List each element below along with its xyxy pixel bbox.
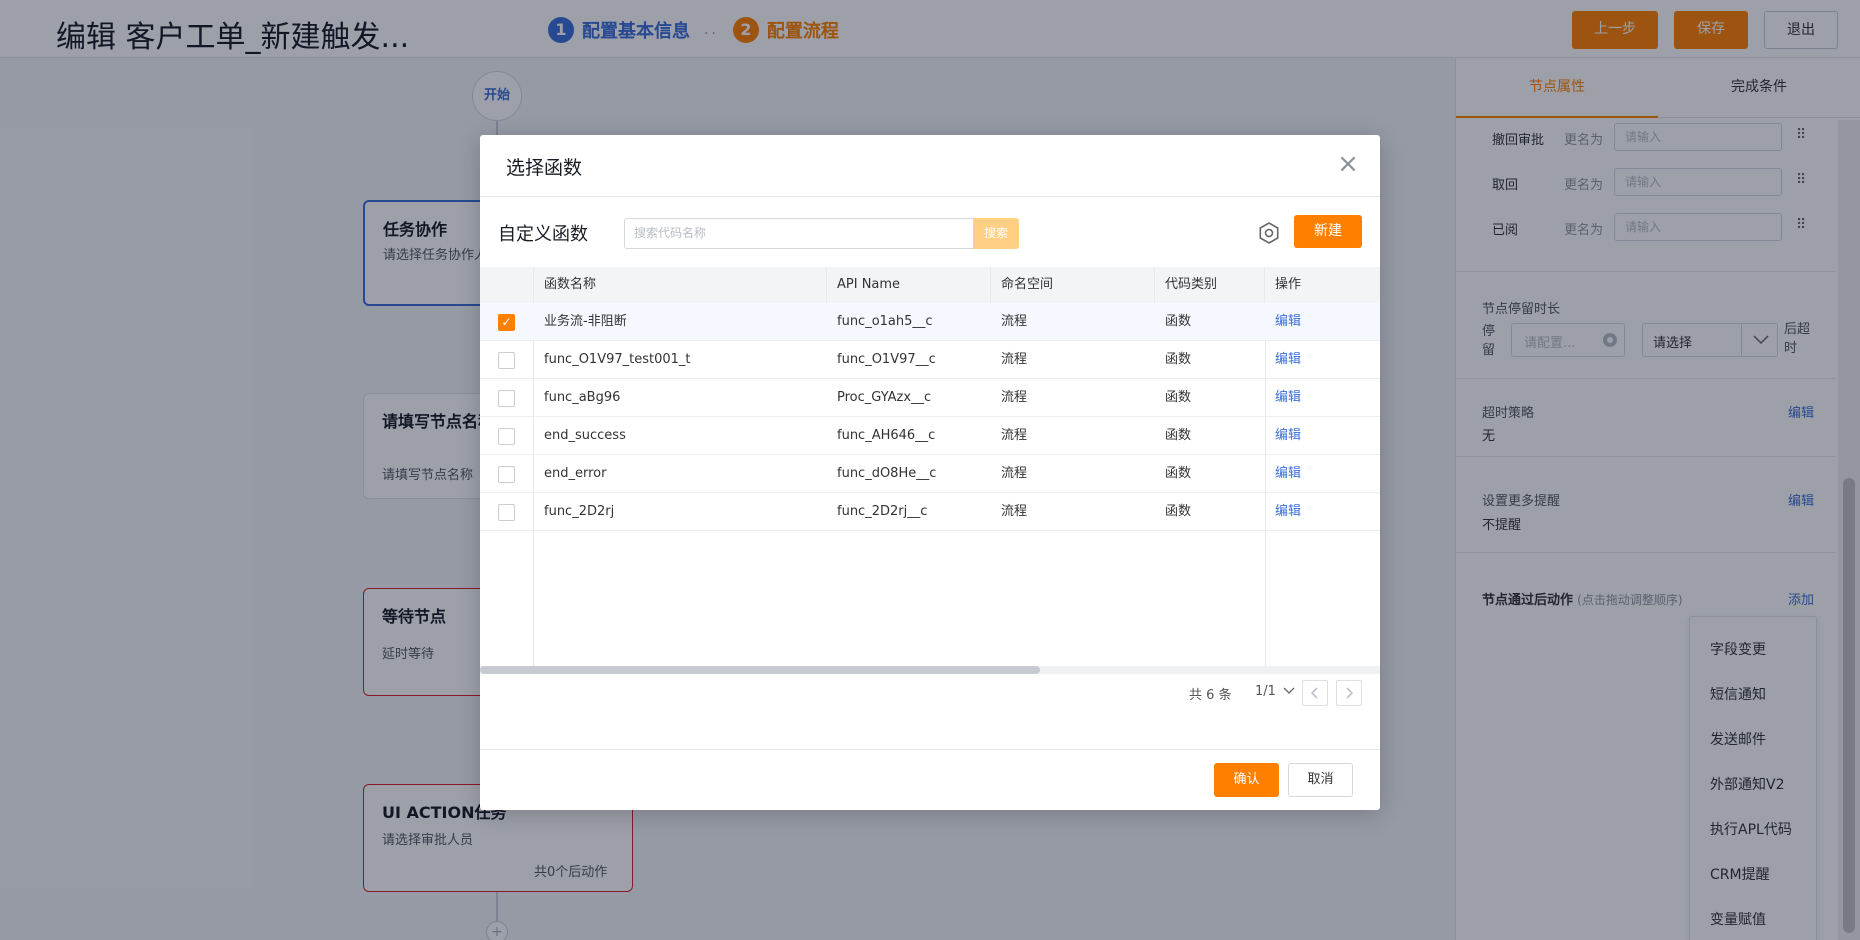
column-header-action: 操作: [1265, 267, 1380, 303]
row-checkbox[interactable]: [498, 428, 515, 445]
pagination-page-select[interactable]: 1/1: [1255, 684, 1295, 699]
cell-api-name: func_2D2rj__c: [837, 504, 928, 519]
chevron-down-icon: [1283, 687, 1295, 694]
cell-category: 函数: [1165, 352, 1192, 367]
custom-function-label: 自定义函数: [498, 224, 588, 245]
settings-icon[interactable]: [1256, 220, 1282, 246]
cell-function-name: func_O1V97_test001_t: [544, 352, 691, 367]
cell-namespace: 流程: [1001, 504, 1028, 519]
cell-function-name: end_success: [544, 428, 626, 443]
edit-link[interactable]: 编辑: [1275, 417, 1335, 455]
table-row[interactable]: end_error func_dO8He__c 流程 函数 编辑: [480, 455, 1380, 493]
cell-namespace: 流程: [1001, 390, 1028, 405]
row-checkbox[interactable]: ✓: [498, 314, 515, 331]
cell-namespace: 流程: [1001, 428, 1028, 443]
edit-link[interactable]: 编辑: [1275, 493, 1335, 531]
table-row[interactable]: end_success func_AH646__c 流程 函数 编辑: [480, 417, 1380, 455]
column-header-name: 函数名称: [534, 267, 827, 303]
cell-category: 函数: [1165, 314, 1192, 329]
cell-namespace: 流程: [1001, 466, 1028, 481]
table-horizontal-scrollbar[interactable]: [480, 666, 1380, 674]
close-icon[interactable]: ×: [1336, 151, 1360, 177]
cell-api-name: func_AH646__c: [837, 428, 936, 443]
table-row[interactable]: ✓ 业务流-非阻断 func_o1ah5__c 流程 函数 编辑: [480, 303, 1380, 341]
column-header-api-name: API Name: [827, 267, 991, 303]
prev-page-button[interactable]: [1302, 680, 1328, 706]
cell-function-name: 业务流-非阻断: [544, 314, 627, 329]
cell-api-name: func_dO8He__c: [837, 466, 937, 481]
row-checkbox[interactable]: [498, 352, 515, 369]
next-page-button[interactable]: [1336, 680, 1362, 706]
confirm-button[interactable]: 确认: [1214, 763, 1279, 797]
edit-link[interactable]: 编辑: [1275, 455, 1335, 493]
dialog-footer-divider: [480, 749, 1380, 750]
cell-category: 函数: [1165, 390, 1192, 405]
table-row[interactable]: func_aBg96 Proc_GYAzx__c 流程 函数 编辑: [480, 379, 1380, 417]
search-input[interactable]: 搜索代码名称: [624, 218, 974, 249]
cell-api-name: func_o1ah5__c: [837, 314, 933, 329]
select-function-dialog: 选择函数 × 自定义函数 搜索代码名称 搜索 新建 函数名称 API Name …: [480, 135, 1380, 810]
dialog-header-divider: [480, 196, 1380, 197]
cell-api-name: func_O1V97__c: [837, 352, 936, 367]
column-header-select: [480, 267, 534, 303]
edit-link[interactable]: 编辑: [1275, 379, 1335, 417]
row-checkbox[interactable]: [498, 504, 515, 521]
row-checkbox[interactable]: [498, 390, 515, 407]
pagination-page-value: 1/1: [1255, 684, 1276, 699]
cell-category: 函数: [1165, 466, 1192, 481]
cell-function-name: end_error: [544, 466, 607, 481]
table-row[interactable]: func_O1V97_test001_t func_O1V97__c 流程 函数…: [480, 341, 1380, 379]
cell-category: 函数: [1165, 428, 1192, 443]
search-button[interactable]: 搜索: [973, 218, 1019, 249]
chevron-left-icon: [1310, 687, 1318, 699]
edit-link[interactable]: 编辑: [1275, 341, 1335, 379]
column-header-category: 代码类别: [1155, 267, 1265, 303]
column-header-namespace: 命名空间: [991, 267, 1155, 303]
cell-api-name: Proc_GYAzx__c: [837, 390, 932, 405]
edit-link[interactable]: 编辑: [1275, 303, 1335, 341]
cell-function-name: func_2D2rj: [544, 504, 615, 519]
cell-namespace: 流程: [1001, 314, 1028, 329]
pagination-total: 共 6 条: [1189, 688, 1232, 703]
table-row[interactable]: func_2D2rj func_2D2rj__c 流程 函数 编辑: [480, 493, 1380, 531]
new-function-button[interactable]: 新建: [1294, 215, 1362, 248]
cancel-button[interactable]: 取消: [1288, 763, 1353, 797]
dialog-title: 选择函数: [506, 157, 583, 179]
row-checkbox[interactable]: [498, 466, 515, 483]
cell-function-name: func_aBg96: [544, 390, 621, 405]
cell-category: 函数: [1165, 504, 1192, 519]
scrollbar-thumb[interactable]: [480, 666, 1040, 674]
chevron-right-icon: [1346, 687, 1354, 699]
cell-namespace: 流程: [1001, 352, 1028, 367]
